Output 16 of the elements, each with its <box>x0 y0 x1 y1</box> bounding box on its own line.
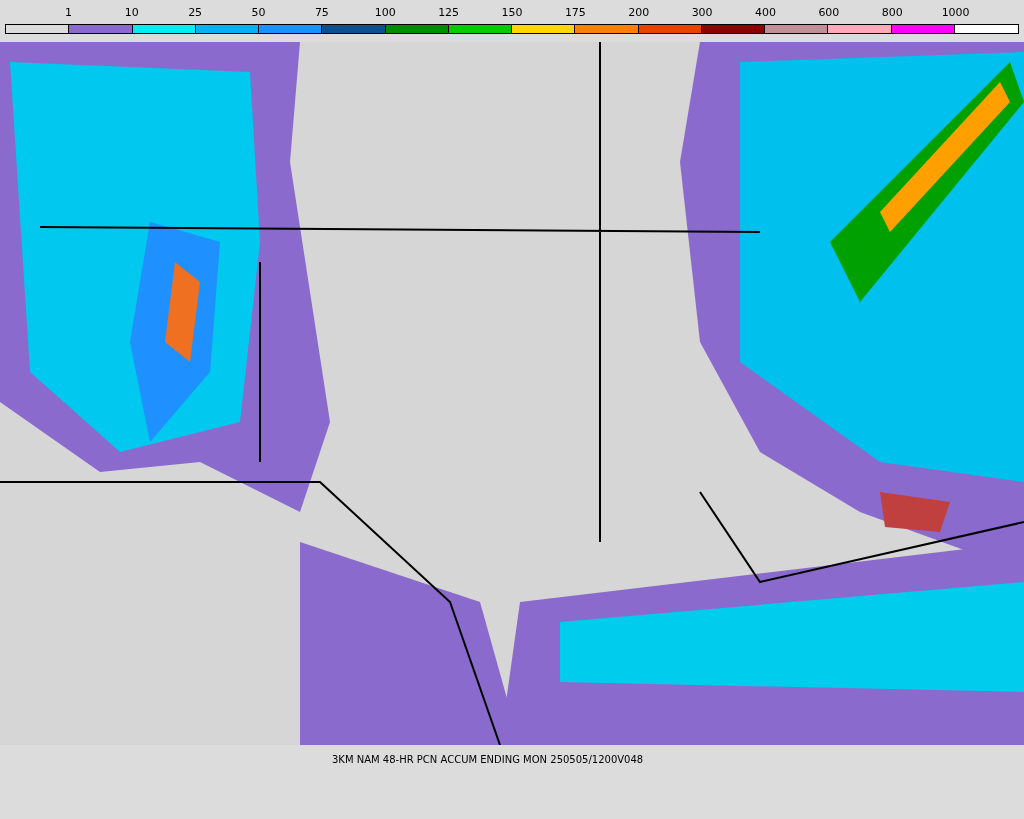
legend-label: 400 <box>755 6 776 21</box>
legend-label: 100 <box>374 6 396 21</box>
legend-label: 1 <box>64 6 72 21</box>
legend-label: 200 <box>628 6 650 21</box>
legend-label: 10 <box>124 6 139 21</box>
legend-label: 150 <box>501 6 523 21</box>
legend-label: 50 <box>251 6 266 21</box>
legend-label: 800 <box>881 6 903 21</box>
map-caption: 3KM NAM 48-HR PCN ACCUM ENDING MON 250505/1200V048 <box>331 754 645 765</box>
legend-label: 600 <box>818 6 840 21</box>
legend-label: 125 <box>438 6 460 21</box>
legend-label: 300 <box>691 6 713 21</box>
legend-label: 75 <box>314 6 329 21</box>
legend-label: 25 <box>188 6 203 21</box>
legend-label: 175 <box>564 6 586 21</box>
legend-label: 1000 <box>941 6 970 21</box>
